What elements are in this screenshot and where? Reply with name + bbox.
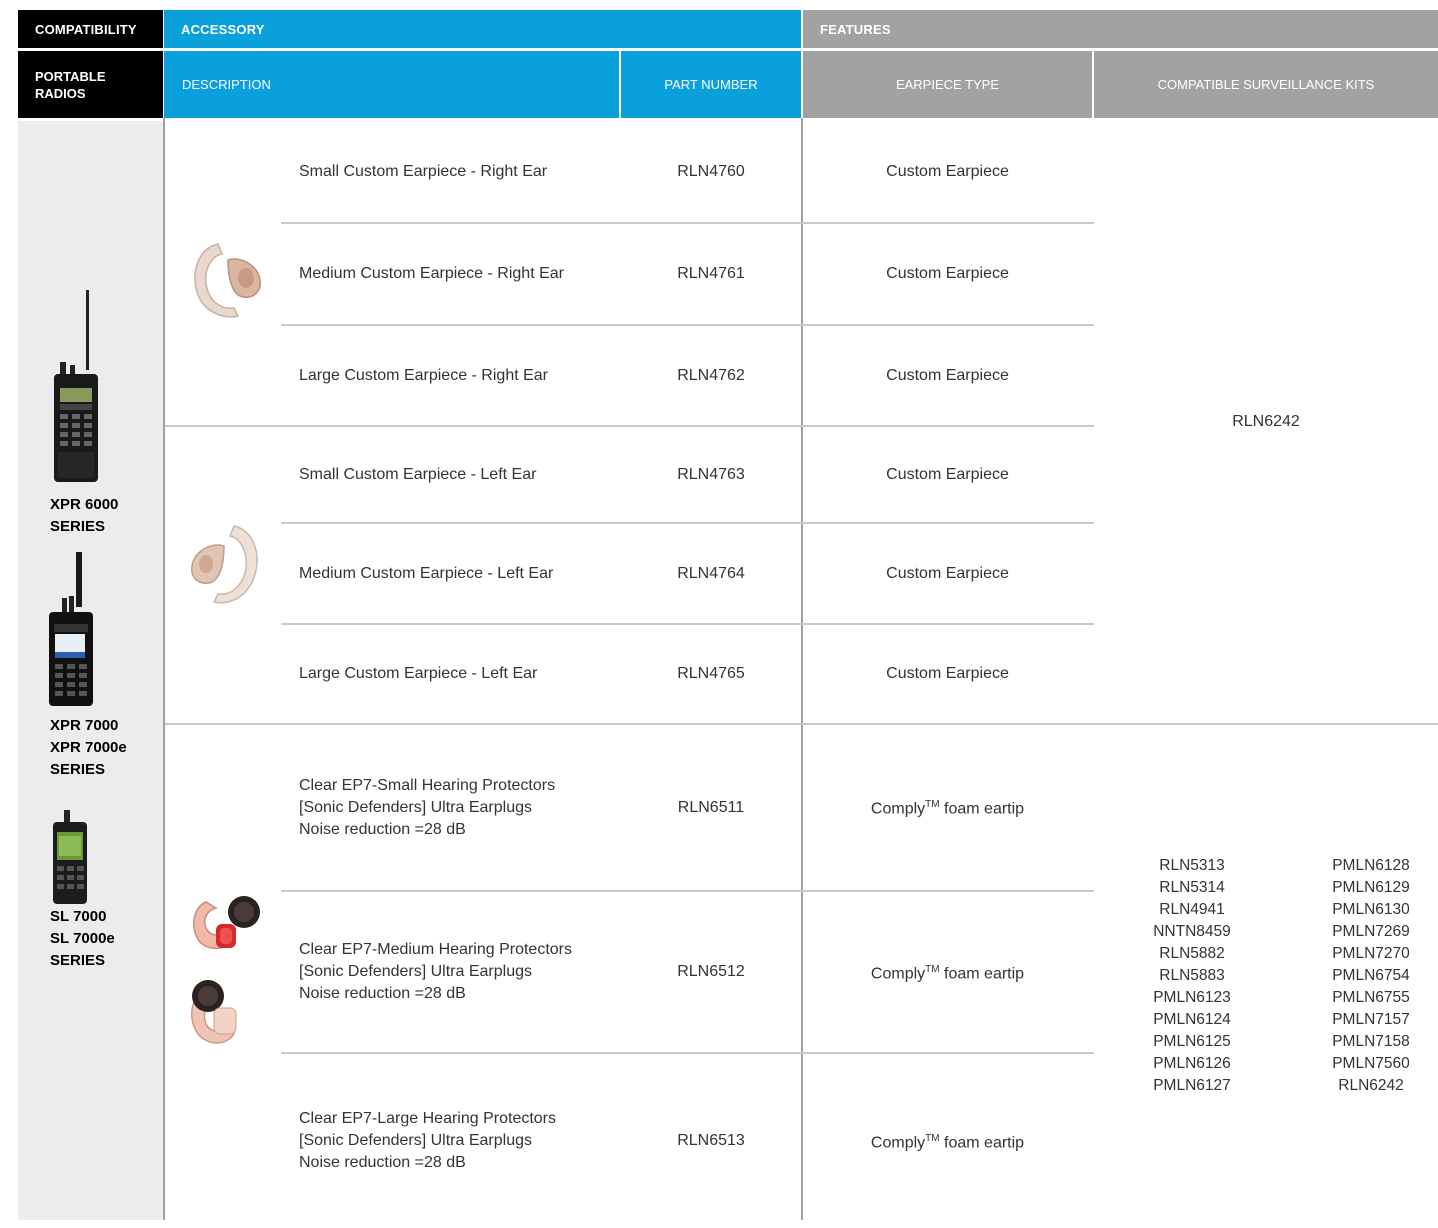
table-row-description: Large Custom Earpiece - Right Ear — [299, 326, 619, 425]
table-row-part-number: RLN4760 — [621, 121, 801, 222]
description-text: Large Custom Earpiece - Right Ear — [299, 366, 548, 384]
table-row-description: Medium Custom Earpiece - Left Ear — [299, 524, 619, 623]
left-ear-earpiece-image — [191, 525, 258, 604]
table-row-part-number: RLN4764 — [621, 524, 801, 623]
column-divider — [163, 118, 165, 1220]
table-row-part-number: RLN4762 — [621, 326, 801, 425]
header-portable-radios: PORTABLE RADIOS — [18, 51, 163, 118]
table-row-description: Medium Custom Earpiece - Right Ear — [299, 224, 619, 324]
earpiece-type-text: Custom Earpiece — [886, 564, 1009, 582]
earpiece-type-suffix: foam eartip — [939, 800, 1025, 818]
earpiece-type-text: Custom Earpiece — [886, 366, 1009, 384]
header-earpiece-type: EARPIECE TYPE — [803, 51, 1092, 118]
header-features: FEATURES — [803, 10, 1438, 48]
part-number-text: RLN4762 — [677, 366, 745, 384]
header-compatible-kits: COMPATIBLE SURVEILLANCE KITS — [1094, 51, 1438, 118]
part-number-text: RLN6513 — [677, 1132, 745, 1149]
description-text: Clear EP7-Medium Hearing Protectors [Son… — [299, 941, 572, 1002]
table-row-earpiece-type: Custom Earpiece — [803, 326, 1092, 425]
header-earpiece-type-label: EARPIECE TYPE — [895, 77, 1000, 92]
header-compatibility: COMPATIBILITY — [18, 10, 163, 48]
description-text: Clear EP7-Small Hearing Protectors [Soni… — [299, 776, 556, 838]
earpiece-type-suffix: foam eartip — [939, 1134, 1025, 1152]
table-row-part-number: RLN4761 — [621, 224, 801, 324]
earpiece-type-text: Custom Earpiece — [886, 465, 1009, 483]
table-row-earpiece-type: ComplyTM foam eartip — [803, 1054, 1092, 1228]
table-row-earpiece-type: ComplyTM foam eartip — [803, 892, 1092, 1052]
part-number-text: RLN4763 — [677, 465, 745, 483]
trademark-sup: TM — [925, 1132, 940, 1144]
header-compatibility-label: COMPATIBILITY — [35, 21, 137, 37]
radio-label-xpr7000: XPR 7000 XPR 7000e SERIES — [50, 717, 127, 778]
table-row-description: Small Custom Earpiece - Left Ear — [299, 427, 619, 522]
earpiece-type-text: Comply — [870, 800, 926, 818]
radio-label-sl7000: SL 7000 SL 7000e SERIES — [50, 908, 115, 969]
table-row-earpiece-type: Custom Earpiece — [803, 524, 1092, 623]
trademark-sup: TM — [925, 963, 940, 975]
table-row-earpiece-type: Custom Earpiece — [803, 224, 1092, 324]
earpiece-type-text: Custom Earpiece — [886, 162, 1009, 180]
part-number-text: RLN4764 — [677, 564, 745, 582]
part-number-text: RLN4765 — [677, 665, 745, 682]
table-row-earpiece-type: ComplyTM foam eartip — [803, 725, 1092, 890]
description-text: Small Custom Earpiece - Left Ear — [299, 465, 537, 483]
header-description-label: DESCRIPTION — [182, 77, 271, 92]
part-number-text: RLN6511 — [677, 798, 745, 816]
table-row-earpiece-type: Custom Earpiece — [803, 625, 1092, 723]
xpr6000-radio-image — [54, 290, 98, 482]
description-text: Large Custom Earpiece - Left Ear — [299, 665, 538, 682]
header-accessory: ACCESSORY — [164, 10, 801, 48]
earpiece-type-text: Comply — [870, 965, 926, 983]
table-row-description: Clear EP7-Large Hearing Protectors [Soni… — [299, 1054, 619, 1228]
table-row-description: Clear EP7-Medium Hearing Protectors [Son… — [299, 892, 619, 1052]
table-row-description: Small Custom Earpiece - Right Ear — [299, 121, 619, 222]
table-row-description: Large Custom Earpiece - Left Ear — [299, 625, 619, 723]
header-part-number: PART NUMBER — [621, 51, 801, 118]
earpiece-type-suffix: foam eartip — [939, 965, 1025, 983]
header-part-number-label: PART NUMBER — [664, 77, 758, 92]
table-row-description: Clear EP7-Small Hearing Protectors [Soni… — [299, 725, 619, 890]
header-portable-radios-label: PORTABLE RADIOS — [35, 68, 106, 101]
description-text: Small Custom Earpiece - Right Ear — [299, 162, 548, 180]
part-number-text: RLN4761 — [677, 265, 745, 282]
header-features-label: FEATURES — [820, 21, 891, 37]
header-compatible-kits-label: COMPATIBLE SURVEILLANCE KITS — [1157, 77, 1375, 92]
description-text: Medium Custom Earpiece - Right Ear — [299, 265, 564, 282]
compatible-kit-text: RLN6242 — [1232, 413, 1300, 430]
earpiece-type-text: Custom Earpiece — [886, 265, 1009, 282]
compatible-kits-custom: RLN6242 — [1094, 121, 1438, 723]
table-row-part-number: RLN6511 — [621, 725, 801, 890]
table-row-part-number: RLN4765 — [621, 625, 801, 723]
description-text: Clear EP7-Large Hearing Protectors [Soni… — [299, 1110, 557, 1171]
table-row-earpiece-type: Custom Earpiece — [803, 427, 1092, 522]
xpr7000-radio-image — [49, 552, 93, 706]
table-row-part-number: RLN6512 — [621, 892, 801, 1052]
compatible-kits-list-right: PMLN6128 PMLN6129 PMLN6130 PMLN7269 PMLN… — [1332, 857, 1410, 1094]
trademark-sup: TM — [925, 799, 940, 811]
right-ear-earpiece-image — [194, 243, 261, 318]
earpiece-type-text: Custom Earpiece — [886, 665, 1009, 682]
earpiece-type-text: Comply — [870, 1134, 926, 1152]
sl7000-radio-image — [53, 810, 87, 904]
table-row-part-number: RLN4763 — [621, 427, 801, 522]
hearing-protector-earplugs-image — [191, 896, 260, 1044]
description-text: Medium Custom Earpiece - Left Ear — [299, 564, 554, 582]
compatible-kits-list-left: RLN5313 RLN5314 RLN4941 NNTN8459 RLN5882… — [1153, 857, 1231, 1094]
part-number-text: RLN4760 — [677, 162, 745, 180]
header-description: DESCRIPTION — [164, 51, 619, 118]
table-row-earpiece-type: Custom Earpiece — [803, 121, 1092, 222]
radio-label-xpr6000: XPR 6000 SERIES — [50, 496, 119, 535]
header-accessory-label: ACCESSORY — [181, 21, 265, 37]
part-number-text: RLN6512 — [677, 963, 745, 980]
table-row-part-number: RLN6513 — [621, 1054, 801, 1228]
